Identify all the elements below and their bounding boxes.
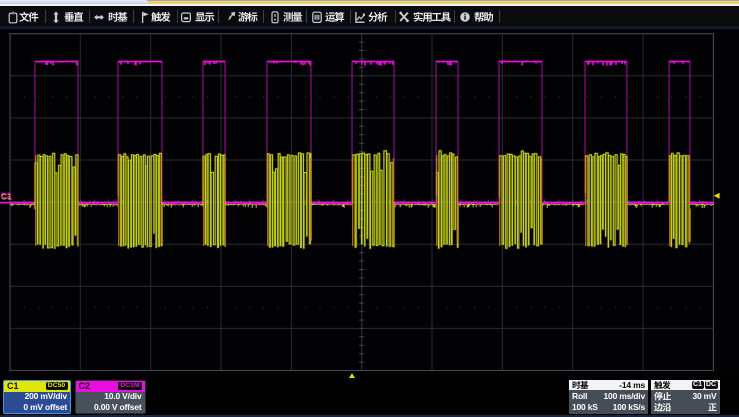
svg-text:C2: C2 xyxy=(1,191,12,201)
